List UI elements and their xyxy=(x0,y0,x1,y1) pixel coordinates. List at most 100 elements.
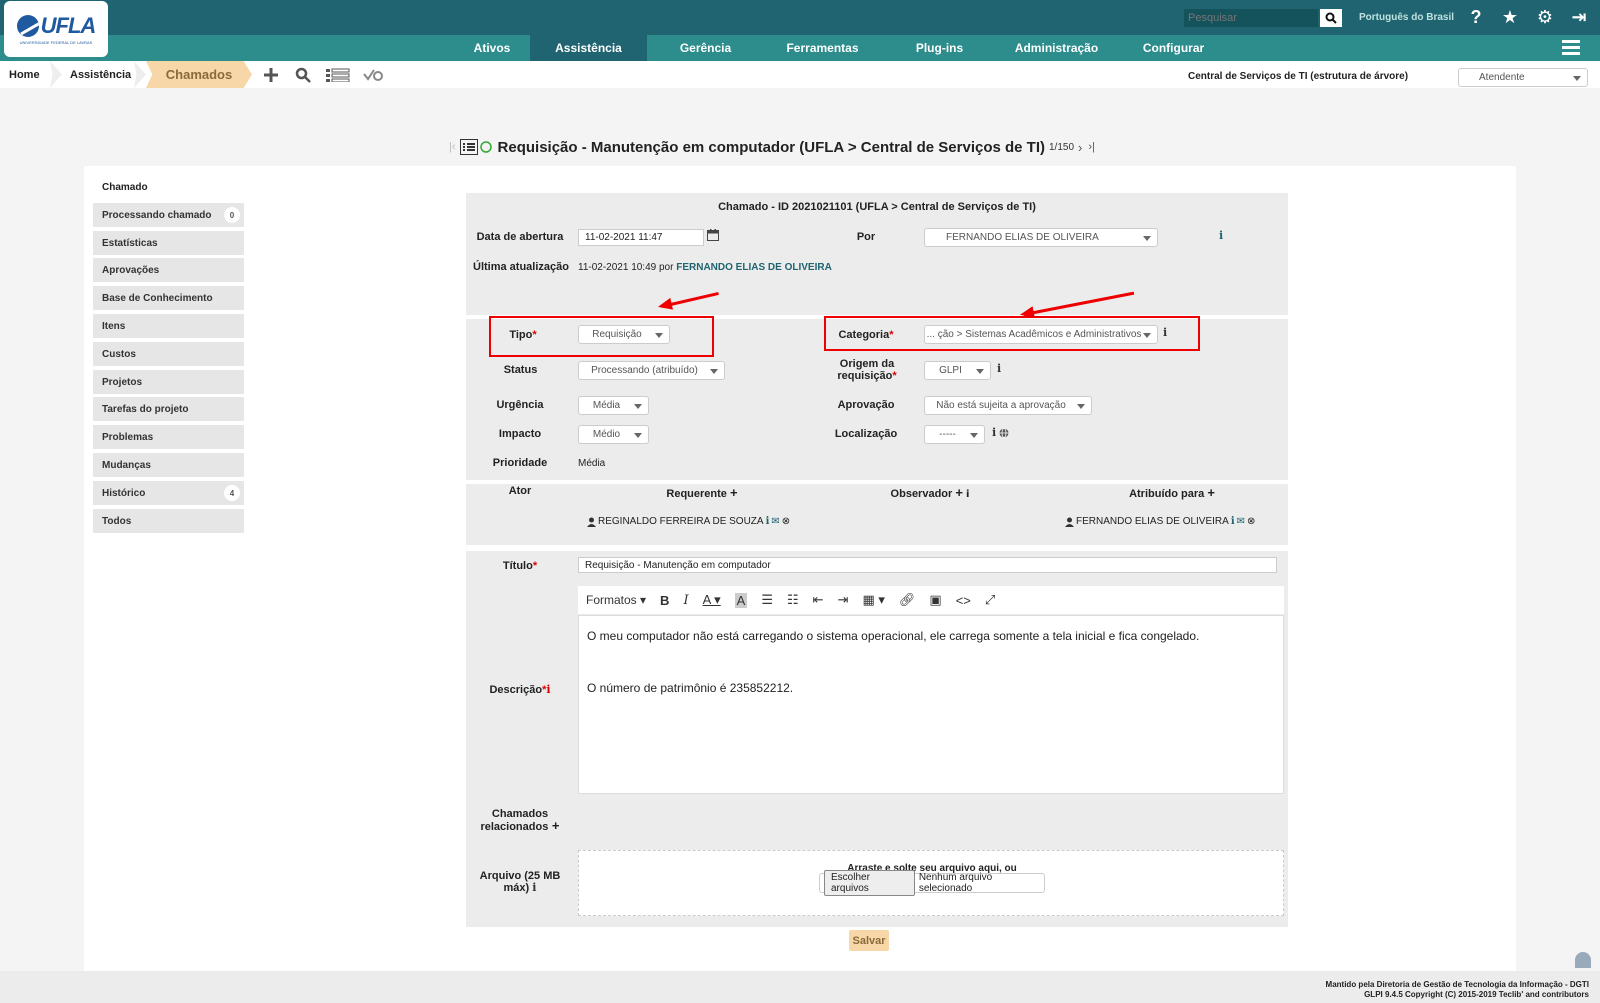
formats-dropdown[interactable]: Formatos ▾ xyxy=(586,593,646,607)
breadcrumb-assistencia[interactable]: Assistência xyxy=(70,61,131,88)
menu-ativos[interactable]: Ativos xyxy=(444,35,540,61)
globe-icon[interactable] xyxy=(999,428,1009,438)
assigned-name[interactable]: FERNANDO ELIAS DE OLIVEIRA xyxy=(1076,516,1229,527)
menu-administracao[interactable]: Administração xyxy=(998,35,1115,61)
add-assigned-icon[interactable]: + xyxy=(1207,485,1215,500)
mail-icon[interactable]: ✉ xyxy=(771,516,779,527)
chevron-down-icon xyxy=(634,404,642,409)
remove-icon[interactable]: ⊗ xyxy=(782,516,790,527)
list-view-icon[interactable] xyxy=(459,139,478,155)
mail-icon[interactable]: ✉ xyxy=(1237,516,1245,527)
requester-name[interactable]: REGINALDO FERREIRA DE SOUZA xyxy=(598,516,764,527)
link-icon[interactable]: 🔗︎ xyxy=(899,592,916,608)
add-related-icon[interactable]: + xyxy=(548,818,560,833)
gear-icon[interactable]: ⚙ xyxy=(1535,7,1555,27)
add-requester-icon[interactable]: + xyxy=(730,485,738,500)
add-icon[interactable] xyxy=(263,66,279,84)
first-page-icon[interactable]: |‹ xyxy=(449,141,456,153)
code-icon[interactable]: <> xyxy=(956,593,971,608)
calendar-icon[interactable] xyxy=(707,229,719,241)
sidebar-tab-base-conhecimento[interactable]: Base de Conhecimento xyxy=(93,286,244,310)
star-icon[interactable]: ★ xyxy=(1500,7,1520,27)
profile-select[interactable]: Atendente xyxy=(1458,68,1588,87)
info-icon[interactable]: i xyxy=(546,683,550,696)
urgency-select[interactable]: Média xyxy=(578,396,649,415)
sidebar-tab-custos[interactable]: Custos xyxy=(93,342,244,366)
bold-icon[interactable]: B xyxy=(660,593,669,608)
menu-ferramentas[interactable]: Ferramentas xyxy=(764,35,881,61)
sidebar-tab-todos[interactable]: Todos xyxy=(93,509,244,533)
add-observer-icon[interactable]: + xyxy=(955,485,963,500)
search-button[interactable] xyxy=(1320,9,1342,27)
by-select[interactable]: FERNANDO ELIAS DE OLIVEIRA xyxy=(924,228,1158,247)
breadcrumb-home[interactable]: Home xyxy=(9,61,40,88)
language-selector[interactable]: Português do Brasil xyxy=(1359,12,1454,23)
sidebar-tab-itens[interactable]: Itens xyxy=(93,314,244,338)
background-color-icon[interactable]: A xyxy=(734,592,748,608)
requester-label: Requerente + xyxy=(666,485,738,500)
location-select[interactable]: ----- xyxy=(924,425,985,444)
global-search-input[interactable] xyxy=(1184,9,1318,27)
last-update-user-link[interactable]: FERNANDO ELIAS DE OLIVEIRA xyxy=(676,262,832,273)
info-icon[interactable]: i xyxy=(1219,229,1223,242)
info-icon[interactable]: i xyxy=(997,362,1001,375)
scroll-top-icon[interactable] xyxy=(1575,952,1591,968)
observer-user-icon[interactable]: ⅰ xyxy=(966,489,969,500)
sidebar-tab-projetos[interactable]: Projetos xyxy=(93,370,244,394)
ufla-logo[interactable]: UFLA UNIVERSIDADE FEDERAL DE LAVRAS xyxy=(4,1,108,57)
next-page-icon[interactable]: › xyxy=(1078,140,1082,155)
file-dropzone[interactable]: Arraste e solte seu arquivo aqui, ou Esc… xyxy=(578,850,1284,916)
origin-select[interactable]: GLPI xyxy=(924,361,991,380)
menu-plugins[interactable]: Plug-ins xyxy=(881,35,998,61)
hamburger-menu-icon[interactable] xyxy=(1562,40,1580,56)
help-icon[interactable]: ? xyxy=(1466,7,1486,27)
approval-select[interactable]: Não está sujeita a aprovação xyxy=(924,396,1092,415)
italic-icon[interactable]: I xyxy=(683,593,688,608)
opening-date-label: Data de abertura xyxy=(476,231,564,243)
sidebar-tab-tarefas-projeto[interactable]: Tarefas do projeto xyxy=(93,397,244,421)
status-select[interactable]: Processando (atribuído) xyxy=(578,361,725,380)
editor-toolbar: Formatos ▾ B I A ▾ A ☰ ☷ ⇤ ⇥ ▦ ▾ 🔗︎ ▣ <>… xyxy=(578,586,1284,614)
table-icon[interactable]: ▦ ▾ xyxy=(862,592,884,608)
last-page-icon[interactable]: ›| xyxy=(1088,141,1095,153)
remove-icon[interactable]: ⊗ xyxy=(1247,516,1255,527)
sidebar-tab-problemas[interactable]: Problemas xyxy=(93,425,244,449)
user-icon xyxy=(1065,517,1074,527)
outdent-icon[interactable]: ⇤ xyxy=(813,592,824,608)
sidebar-tab-historico[interactable]: Histórico 4 xyxy=(93,481,244,505)
sidebar-tab-estatisticas[interactable]: Estatísticas xyxy=(93,231,244,255)
info-icon[interactable]: i xyxy=(766,516,770,527)
list-icon[interactable] xyxy=(326,66,350,84)
image-icon[interactable]: ▣ xyxy=(929,592,941,608)
indent-icon[interactable]: ⇥ xyxy=(838,592,849,608)
impact-select[interactable]: Médio xyxy=(578,425,649,444)
title-input[interactable]: Requisição - Manutenção em computador xyxy=(578,557,1277,573)
info-icon[interactable]: i xyxy=(1231,516,1235,527)
search-tickets-icon[interactable] xyxy=(295,66,311,84)
text-color-icon[interactable]: A ▾ xyxy=(703,592,721,608)
footer-copyright[interactable]: GLPI 9.4.5 Copyright (C) 2015-2019 Tecli… xyxy=(1364,990,1589,999)
choose-files-button[interactable]: Escolher arquivos xyxy=(824,870,915,896)
info-icon[interactable]: i xyxy=(532,881,536,894)
sidebar-tab-processando[interactable]: Processando chamado 0 xyxy=(93,203,244,227)
sidebar-tab-mudancas[interactable]: Mudanças xyxy=(93,453,244,477)
description-editor[interactable]: O meu computador não está carregando o s… xyxy=(578,615,1284,794)
fullscreen-icon[interactable]: ⤢ xyxy=(985,592,995,608)
numbered-list-icon[interactable]: ☷ xyxy=(787,592,799,608)
info-icon[interactable]: i xyxy=(992,426,996,439)
file-input[interactable]: Escolher arquivos Nenhum arquivo selecio… xyxy=(819,870,1045,896)
sidebar-tab-aprovacoes[interactable]: Aprovações xyxy=(93,258,244,282)
status-circle-icon xyxy=(479,141,492,153)
validate-icon[interactable] xyxy=(363,66,383,84)
entity-selector[interactable]: Central de Serviços de TI (estrutura de … xyxy=(1188,71,1408,82)
menu-gerencia[interactable]: Gerência xyxy=(647,35,764,61)
description-label: Descrição*i xyxy=(489,683,551,696)
logout-icon[interactable]: ⇥ xyxy=(1569,7,1589,27)
bullet-list-icon[interactable]: ☰ xyxy=(761,592,773,608)
save-button[interactable]: Salvar xyxy=(849,930,889,951)
menu-configurar[interactable]: Configurar xyxy=(1115,35,1232,61)
menu-assistencia[interactable]: Assistência xyxy=(530,35,647,61)
breadcrumb-chamados[interactable]: Chamados xyxy=(146,61,252,88)
title-row: |‹ Requisição - Manutenção em computador… xyxy=(449,137,1095,157)
opening-date-input[interactable]: 11-02-2021 11:47 xyxy=(578,229,704,246)
